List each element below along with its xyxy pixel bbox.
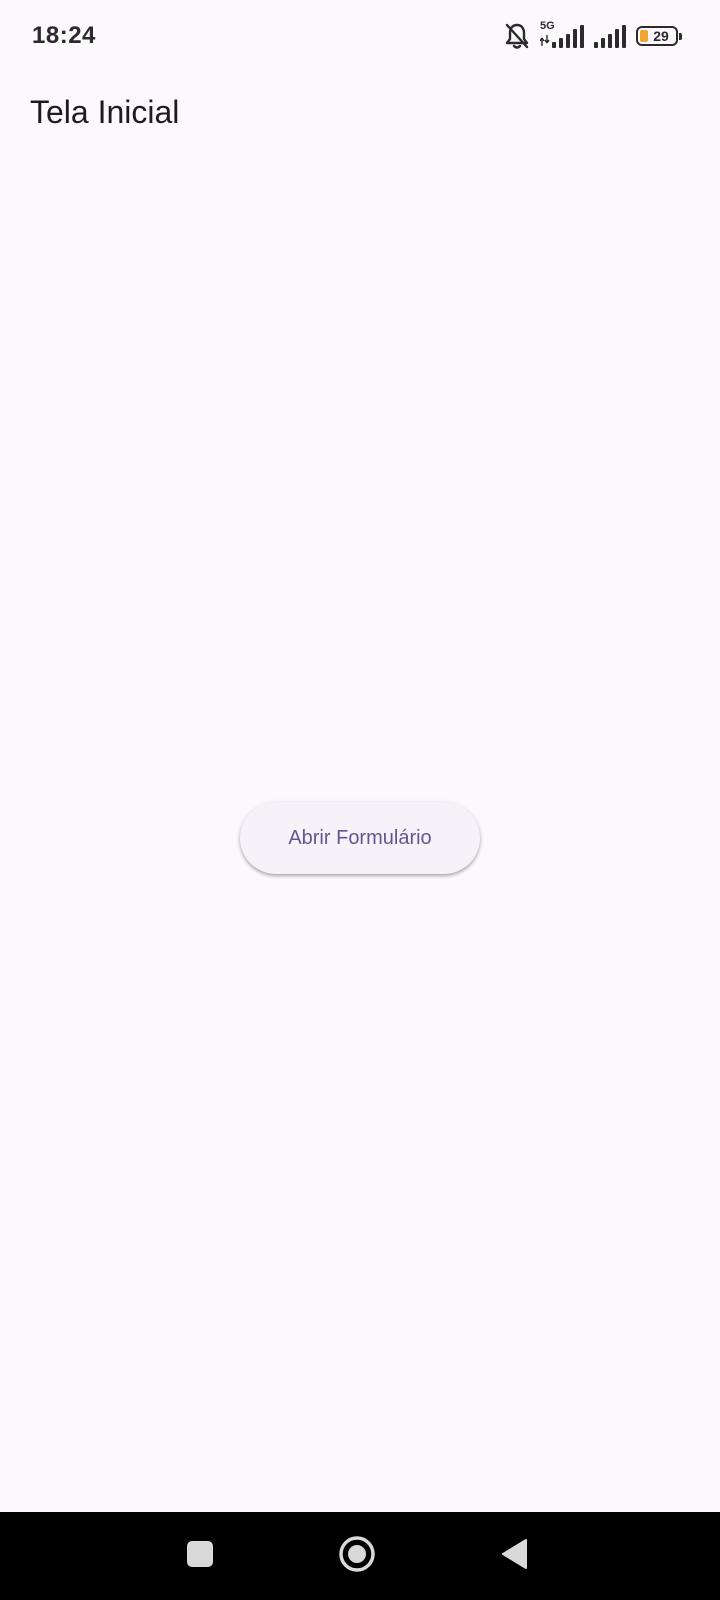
signal-icon: [594, 22, 626, 50]
back-button[interactable]: [488, 1530, 540, 1582]
bell-off-icon: [504, 22, 530, 50]
recents-icon: [186, 1540, 214, 1573]
signal-icon: [540, 22, 584, 50]
main-content: Abrir Formulário: [0, 152, 720, 1512]
app-bar: Tela Inicial: [0, 72, 720, 152]
recents-button[interactable]: [174, 1530, 226, 1582]
home-button[interactable]: [331, 1530, 383, 1582]
status-bar: 18:24 5G 29: [0, 0, 720, 72]
battery-level: 29: [653, 28, 669, 44]
navigation-bar: [0, 1512, 720, 1600]
status-icons: 5G 29: [504, 20, 682, 50]
open-form-button[interactable]: Abrir Formulário: [240, 802, 480, 874]
back-icon: [500, 1538, 528, 1575]
home-icon: [338, 1535, 376, 1578]
battery-icon: 29: [636, 26, 682, 46]
signal-5g: 5G: [540, 20, 584, 50]
page-title: Tela Inicial: [30, 94, 180, 130]
status-time: 18:24: [32, 22, 96, 49]
